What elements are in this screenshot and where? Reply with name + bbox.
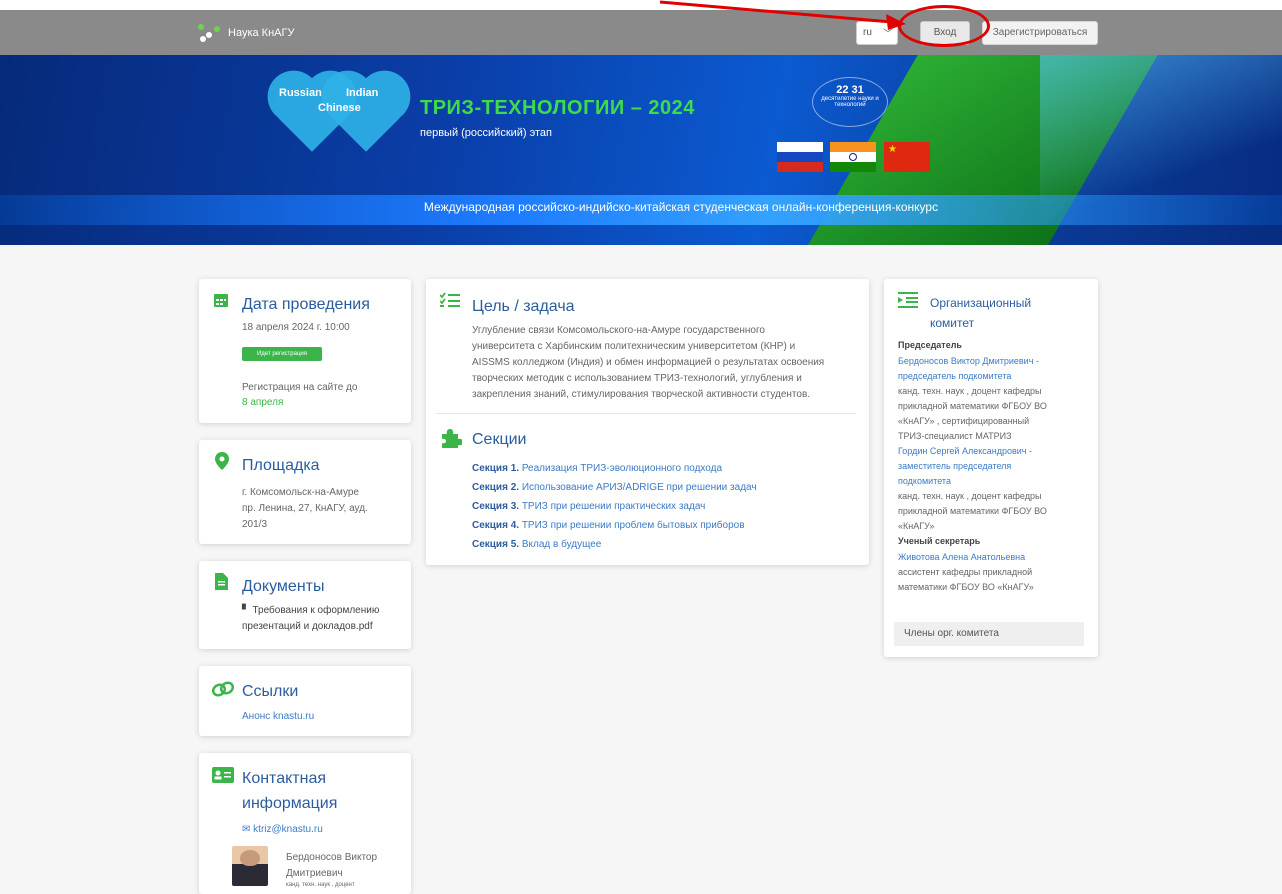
- deputy-link-line1[interactable]: Гордин Сергей Александрович -: [898, 444, 1088, 459]
- banner-title: ТРИЗ-ТЕХНОЛОГИИ – 2024: [420, 97, 695, 119]
- goal-line-4: творческих методик с использованием ТРИЗ…: [472, 373, 802, 384]
- secretary-desc-2: математики ФГБОУ ВО «КнАГУ»: [898, 582, 1034, 592]
- top-navbar: Наука КнАГУ ru ﹀ Вход Зарегистрироваться: [0, 10, 1282, 55]
- banner-bottom-text: Международная российско-индийско-китайск…: [423, 200, 939, 214]
- deputy-desc-3: «КнАГУ»: [898, 521, 935, 531]
- section-item-3[interactable]: Секция 3. ТРИЗ при решении практических …: [472, 501, 705, 512]
- heart-label-indian: Indian: [346, 87, 379, 99]
- event-date: 18 апреля 2024 г. 10:00: [242, 322, 350, 333]
- section-item-2[interactable]: Секция 2. Использование АРИЗ/ADRIGE при …: [472, 482, 757, 493]
- goal-line-5: закрепления знаний, стимулирования творч…: [472, 389, 811, 400]
- links-card: [199, 666, 411, 736]
- emblem-number-2: 31: [851, 84, 864, 96]
- venue-address: пр. Ленина, 27, КнАГУ, ауд.: [242, 503, 368, 514]
- section-item-4[interactable]: Секция 4. ТРИЗ при решении проблем бытов…: [472, 520, 745, 531]
- contact-card-icon: [212, 767, 234, 783]
- chair-link-line1[interactable]: Бердоносов Виктор Дмитриевич -: [898, 354, 1088, 369]
- registration-deadline-label: Регистрация на сайте до: [242, 382, 358, 393]
- secretary-desc-1: ассистент кафедры прикладной: [898, 567, 1033, 577]
- contact-email-link[interactable]: ✉ ktriz@knastu.ru: [242, 822, 323, 838]
- chair-desc-2: прикладной математики ФГБОУ ВО: [898, 401, 1047, 411]
- heart-label-russian: Russian: [279, 87, 322, 99]
- chain-link-icon: [212, 681, 234, 697]
- date-card-title: Дата проведения: [242, 296, 370, 313]
- annotation-arrow-icon: [660, 0, 906, 30]
- puzzle-piece-icon: [442, 429, 462, 448]
- emblem-text: десятилетие науки и технологий: [821, 96, 879, 108]
- documents-card-title: Документы: [242, 578, 325, 595]
- org-title-line1: Организационный: [930, 296, 1032, 310]
- deputy-desc-1: канд. техн. наук , доцент кафедры: [898, 491, 1042, 501]
- deputy-link-line2[interactable]: заместитель председателя: [898, 459, 1088, 474]
- register-button[interactable]: Зарегистрироваться: [982, 21, 1098, 45]
- file-icon: [215, 573, 228, 590]
- contact-card-title-line1: Контактная: [242, 770, 327, 787]
- org-members-toggle[interactable]: Члены орг. комитета: [894, 622, 1084, 646]
- chair-link-line2[interactable]: председатель подкомитета: [898, 369, 1088, 384]
- venue-card-title: Площадка: [242, 457, 320, 474]
- checklist-icon: [440, 292, 460, 307]
- announcement-link[interactable]: Анонс knastu.ru: [242, 709, 314, 725]
- links-card-title: Ссылки: [242, 683, 299, 700]
- card-divider: [436, 413, 856, 414]
- document-file-icon: ▘: [242, 605, 250, 616]
- deputy-link-line3[interactable]: подкомитета: [898, 474, 1088, 489]
- goal-card-title: Цель / задача: [472, 298, 575, 315]
- chair-heading: Председатель: [898, 340, 962, 350]
- chair-desc-3: «КнАГУ» , сертифицированный: [898, 416, 1030, 426]
- brand-link[interactable]: Наука КнАГУ: [198, 24, 294, 42]
- section-1-number: Секция 1.: [472, 463, 520, 474]
- calendar-icon: [214, 294, 228, 307]
- registration-status-badge: Идет регистрация: [242, 347, 322, 361]
- contact-avatar: [232, 846, 268, 886]
- contact-title: канд. техн. наук , доцент: [286, 882, 355, 888]
- banner-subtitle: первый (российский) этап: [420, 127, 553, 139]
- indent-list-icon: [898, 292, 918, 308]
- section-5-title: Вклад в будущее: [521, 539, 602, 550]
- decade-emblem: 22 31 десятилетие науки и технологий: [812, 77, 888, 127]
- section-item-5[interactable]: Секция 5. Вклад в будущее: [472, 539, 601, 550]
- chair-desc-1: канд. техн. наук , доцент кафедры: [898, 386, 1042, 396]
- document-link-line2[interactable]: презентаций и докладов.pdf: [242, 619, 373, 635]
- secretary-heading: Ученый секретарь: [898, 536, 981, 546]
- venue-room: 201/3: [242, 519, 268, 530]
- section-4-title: ТРИЗ при решении проблем бытовых приборо…: [521, 520, 745, 531]
- venue-city: г. Комсомольск-на-Амуре: [242, 487, 359, 498]
- chair-desc-4: ТРИЗ-специалист МАТРИЗ: [898, 431, 1012, 441]
- conference-banner: Russian Indian Chinese ТРИЗ-ТЕХНОЛОГИИ –…: [0, 55, 1282, 245]
- registration-deadline-date: 8 апреля: [242, 397, 284, 408]
- contact-card-title-line2: информация: [242, 795, 338, 812]
- annotation-circle: [898, 5, 990, 47]
- goal-line-1: Углубление связи Комсомольского-на-Амуре…: [472, 325, 765, 336]
- brand-name: Наука КнАГУ: [228, 27, 295, 39]
- document-link[interactable]: ▘ Требования к оформлению: [242, 603, 379, 619]
- section-3-number: Секция 3.: [472, 501, 520, 512]
- goal-line-2: университета с Харбинским политехнически…: [472, 341, 796, 352]
- section-4-number: Секция 4.: [472, 520, 520, 531]
- india-flag-icon: [830, 142, 876, 172]
- deputy-desc-2: прикладной математики ФГБОУ ВО: [898, 506, 1047, 516]
- section-2-title: Использование АРИЗ/ADRIGE при решении за…: [521, 482, 757, 493]
- heart-label-chinese: Chinese: [318, 102, 361, 114]
- contact-email: ktriz@knastu.ru: [253, 824, 323, 835]
- envelope-icon: ✉: [242, 824, 251, 835]
- contact-name-line1: Бердоносов Виктор: [286, 852, 378, 863]
- section-3-title: ТРИЗ при решении практических задач: [521, 501, 706, 512]
- goal-line-3: AISSMS колледжом (Индия) и обмен информа…: [472, 357, 825, 368]
- secretary-link[interactable]: Животова Алена Анатольевна: [898, 550, 1088, 565]
- section-1-title: Реализация ТРИЗ-эволюционного подхода: [521, 463, 723, 474]
- section-item-1[interactable]: Секция 1. Реализация ТРИЗ-эволюционного …: [472, 463, 722, 474]
- russia-flag-icon: [777, 142, 823, 172]
- document-link-line1: Требования к оформлению: [252, 605, 380, 616]
- map-marker-icon: [215, 452, 229, 470]
- section-2-number: Секция 2.: [472, 482, 520, 493]
- sections-card-title: Секции: [472, 431, 527, 448]
- section-5-number: Секция 5.: [472, 539, 520, 550]
- emblem-number: 22: [836, 84, 849, 96]
- molecule-logo-icon: [198, 24, 220, 42]
- china-flag-icon: ★: [884, 142, 930, 172]
- org-title-line2: комитет: [930, 316, 975, 330]
